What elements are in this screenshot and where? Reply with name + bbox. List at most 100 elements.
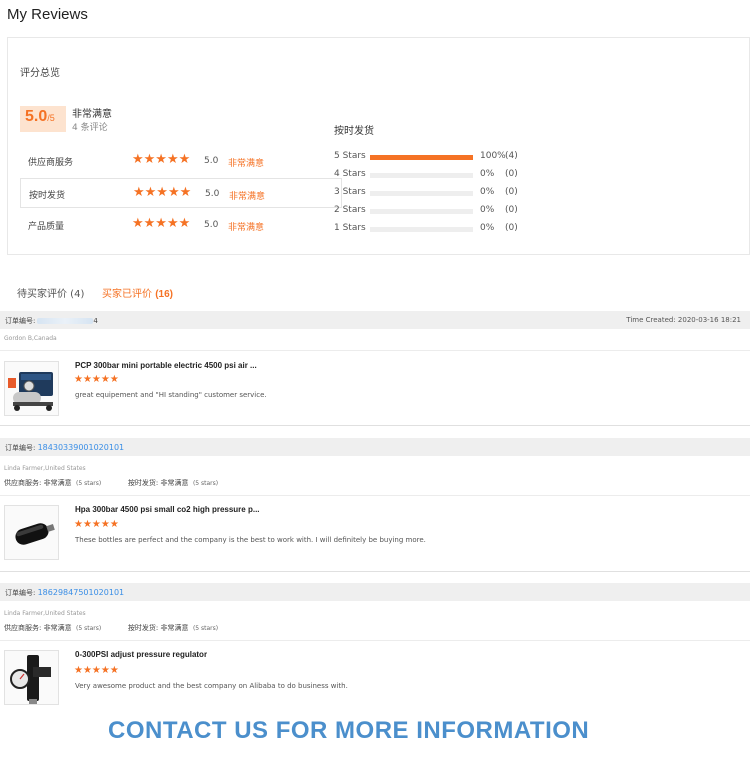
summary-heading: 评分总览	[20, 68, 60, 79]
order-number-label: 订单编号:	[5, 444, 36, 452]
rating-row-supplier[interactable]: 供应商服务 ★★★★★ 5.0 非常满意	[20, 146, 342, 176]
buyer-name: Linda Farmer,United States	[4, 465, 86, 472]
star-icons: ★★★★★	[132, 216, 191, 231]
contact-banner[interactable]: CONTACT US FOR MORE INFORMATION	[108, 717, 589, 745]
divider	[0, 495, 750, 496]
distribution-title: 按时发货	[334, 126, 374, 137]
shipping-stars: (5 stars)	[192, 480, 219, 487]
distribution-label: 2 Stars	[334, 205, 366, 215]
masked-order-number	[37, 318, 94, 324]
tab-pending-reviews[interactable]: 待买家评价 (4)	[17, 285, 84, 300]
supplier-value: 非常满意	[43, 479, 72, 487]
distribution-percent: 0%	[480, 187, 495, 197]
order-number: 订单编号: 4	[5, 316, 98, 326]
distribution-percent: 0%	[480, 205, 495, 215]
distribution-count: (0)	[505, 187, 518, 197]
score-box: 5.0/5	[20, 106, 66, 132]
buyer-ratings: 供应商服务: 非常满意 (5 stars) 按时发货: 非常满意 (5 star…	[4, 478, 218, 488]
product-title-link[interactable]: PCP 300bar mini portable electric 4500 p…	[75, 361, 257, 370]
product-thumbnail-compressor[interactable]	[4, 361, 59, 416]
distribution-row: 5 Stars 100% (4)	[334, 150, 594, 164]
distribution-percent: 0%	[480, 169, 495, 179]
rating-word: 非常满意	[228, 223, 265, 233]
order-number-label: 订单编号:	[5, 589, 36, 597]
distribution-row: 2 Stars 0% (0)	[334, 204, 594, 218]
order-number: 订单编号: 186298475010201​01	[5, 588, 124, 598]
distribution-count: (0)	[505, 169, 518, 179]
order-header: 订单编号: 4 Time Created: 2020-03-16 18:21	[0, 311, 750, 329]
time-created: Time Created: 2020-03-16 18:21	[626, 316, 741, 324]
product-thumbnail-bottle[interactable]	[4, 505, 59, 560]
rating-summary-panel: 评分总览 5.0/5 非常满意 4 条评论 供应商服务 ★★★★★ 5.0 非常…	[7, 37, 750, 255]
product-title-link[interactable]: Hpa 300bar 4500 psi small co2 high press…	[75, 505, 260, 514]
score-label: 非常满意	[72, 109, 112, 120]
tab-buyer-reviewed[interactable]: 买家已评价 (16)	[102, 285, 173, 300]
rating-name: 按时发货	[29, 191, 66, 201]
page-title: My Reviews	[7, 6, 88, 23]
distribution-label: 3 Stars	[334, 187, 366, 197]
overall-score: 5.0/5	[25, 108, 55, 126]
star-icons: ★★★★★	[133, 185, 192, 200]
distribution-row: 4 Stars 0% (0)	[334, 168, 594, 182]
divider	[0, 640, 750, 641]
rating-name: 供应商服务	[28, 158, 74, 168]
order-header: 订单编号: 184303390010201​01	[0, 438, 750, 456]
order-divider	[0, 571, 750, 572]
shipping-label: 按时发货:	[127, 624, 159, 632]
order-number-suffix: 4	[93, 317, 98, 325]
buyer-name: Linda Farmer,United States	[4, 610, 86, 617]
supplier-stars: (5 stars)	[76, 625, 102, 632]
order-number-label: 订单编号:	[5, 317, 36, 325]
distribution-bar-track	[370, 209, 473, 214]
distribution-count: (4)	[505, 151, 518, 161]
supplier-label: 供应商服务:	[4, 624, 42, 632]
divider	[0, 350, 750, 351]
buyer-name: Gordon B,Canada	[4, 335, 57, 342]
distribution-count: (0)	[505, 223, 518, 233]
rating-row-quality[interactable]: 产品质量 ★★★★★ 5.0 非常满意	[20, 210, 342, 240]
rating-row-shipping[interactable]: 按时发货 ★★★★★ 5.0 非常满意	[20, 178, 342, 208]
tab-reviewed-label: 买家已评价	[102, 289, 152, 300]
rating-word: 非常满意	[229, 192, 266, 202]
supplier-stars: (5 stars)	[76, 480, 102, 487]
review-star-icons: ★★★★★	[74, 374, 119, 385]
order-number: 订单编号: 184303390010201​01	[5, 443, 124, 453]
product-thumbnail-regulator[interactable]	[4, 650, 59, 705]
order-number-link[interactable]: 184303390010201​01	[38, 443, 125, 452]
distribution-percent: 100%	[480, 151, 506, 161]
tab-reviewed-count: (16)	[155, 289, 173, 300]
distribution-bar-fill	[370, 155, 473, 160]
distribution-bar-track	[370, 191, 473, 196]
distribution-label: 4 Stars	[334, 169, 366, 179]
buyer-ratings: 供应商服务: 非常满意 (5 stars) 按时发货: 非常满意 (5 star…	[4, 623, 218, 633]
distribution-row: 3 Stars 0% (0)	[334, 186, 594, 200]
rating-value: 5.0	[204, 156, 219, 166]
review-count: 4 条评论	[72, 123, 108, 133]
order-divider	[0, 425, 750, 426]
rating-word: 非常满意	[228, 159, 265, 169]
distribution-row: 1 Stars 0% (0)	[334, 222, 594, 236]
order-number-link[interactable]: 186298475010201​01	[38, 588, 125, 597]
product-title-link[interactable]: 0-300PSI adjust pressure regulator	[75, 650, 207, 659]
distribution-bar-track	[370, 155, 473, 160]
distribution-bar-track	[370, 227, 473, 232]
rating-name: 产品质量	[28, 222, 65, 232]
review-star-icons: ★★★★★	[74, 665, 119, 676]
distribution-percent: 0%	[480, 223, 495, 233]
score-value: 5.0	[25, 108, 48, 125]
review-text: These bottles are perfect and the compan…	[75, 536, 426, 544]
distribution-label: 1 Stars	[334, 223, 366, 233]
shipping-value: 非常满意	[160, 479, 189, 487]
review-text: great equipement and "HI standing" custo…	[75, 391, 267, 399]
distribution-count: (0)	[505, 205, 518, 215]
supplier-label: 供应商服务:	[4, 479, 42, 487]
order-card: 订单编号: 186298475010201​01 Linda Farmer,Un…	[0, 583, 750, 708]
shipping-value: 非常满意	[160, 624, 189, 632]
distribution-bar-track	[370, 173, 473, 178]
order-header: 订单编号: 186298475010201​01	[0, 583, 750, 601]
shipping-label: 按时发货:	[127, 479, 159, 487]
compressor-image	[5, 362, 58, 415]
order-card: 订单编号: 4 Time Created: 2020-03-16 18:21 Go…	[0, 311, 750, 439]
score-max: /5	[47, 113, 55, 123]
star-icons: ★★★★★	[132, 152, 191, 167]
